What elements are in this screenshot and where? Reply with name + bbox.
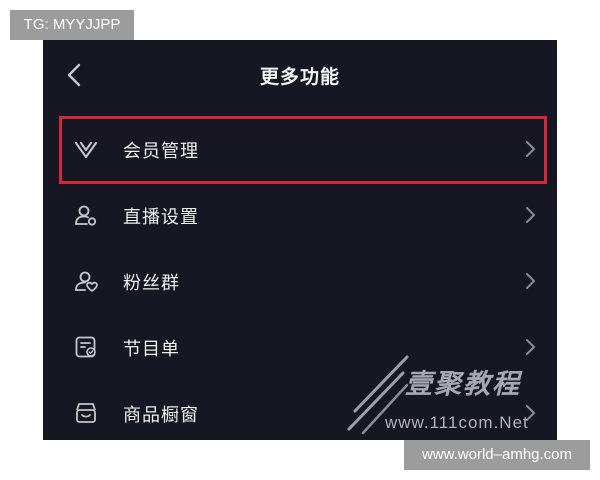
menu-item-label: 节目单: [123, 339, 180, 360]
fan-group-icon: [75, 271, 98, 292]
menu-item-live-settings[interactable]: 直播设置: [43, 182, 557, 248]
page-title: 更多功能: [259, 66, 340, 88]
header-bar: 更多功能: [43, 40, 557, 110]
bottom-watermark-tag: www.world–amhg.com: [404, 440, 590, 470]
chevron-right-icon: [526, 273, 535, 289]
watermark-url: www.111com.Net: [385, 413, 529, 432]
menu-item-fan-group[interactable]: 粉丝群: [43, 248, 557, 314]
user-settings-icon: [75, 205, 97, 226]
chevron-right-icon: [526, 339, 535, 355]
site-watermark: 壹聚教程 www.111com.Net: [345, 355, 567, 440]
menu-item-label: 粉丝群: [123, 273, 180, 294]
menu-item-label: 商品橱窗: [123, 405, 199, 426]
top-watermark-tag: TG: MYYJJPP: [10, 10, 134, 40]
program-list-icon: [75, 336, 96, 358]
shop-window-icon: [76, 403, 96, 423]
menu-item-label: 直播设置: [123, 207, 199, 228]
chevron-right-icon: [526, 207, 535, 223]
highlight-box: [59, 116, 547, 184]
watermark-brand: 壹聚教程: [405, 369, 521, 400]
